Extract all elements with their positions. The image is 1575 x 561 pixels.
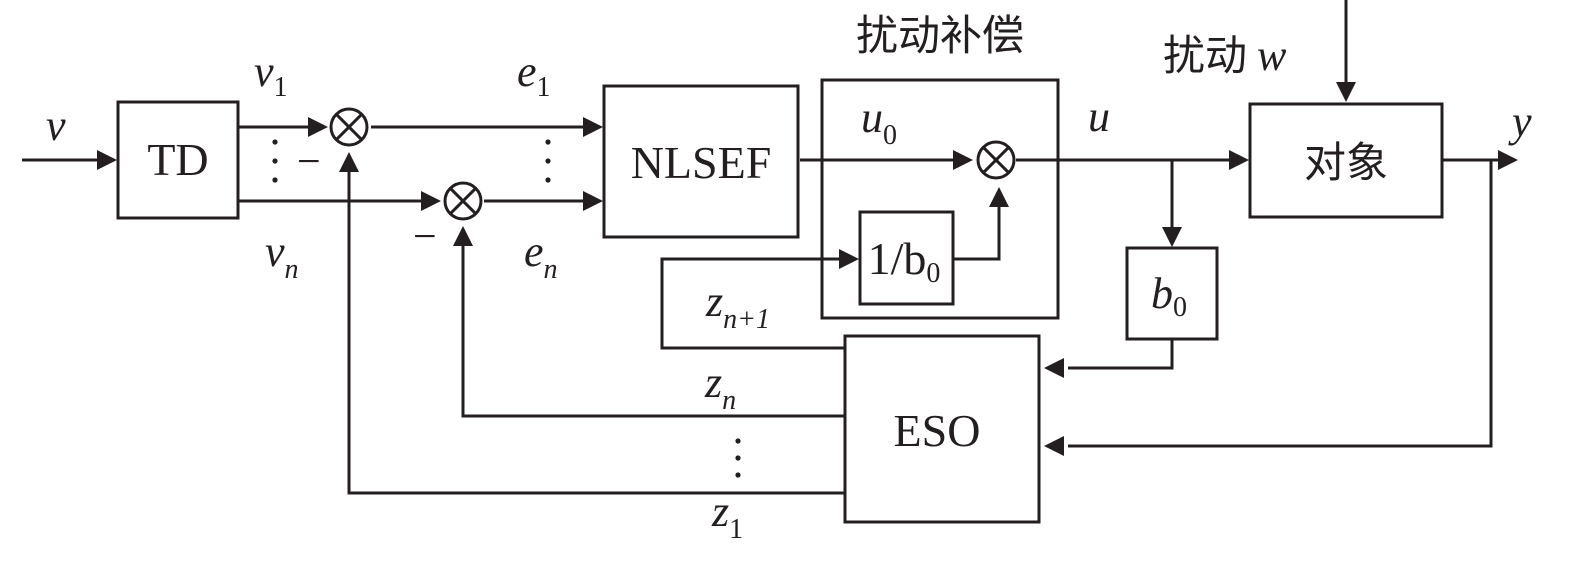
- summing-junction-3: [976, 140, 1016, 180]
- summing-junction-1: [329, 107, 369, 147]
- td-block: TD: [116, 100, 240, 220]
- minus-sign-1: −: [297, 139, 321, 185]
- eso-label: ESO: [894, 405, 981, 456]
- gain-block: b0: [1125, 246, 1219, 341]
- e1-label: e1: [517, 47, 551, 103]
- inverse-gain-out-line: [953, 206, 1001, 261]
- z1-label: z1: [711, 487, 743, 545]
- arrowhead-nlsef-in2: [583, 191, 603, 211]
- b0-to-eso-line: [1068, 339, 1174, 370]
- arrowhead-sum1-bottom: [339, 152, 359, 172]
- arrowhead-eso-in-y: [1044, 436, 1064, 456]
- nlsef-block: NLSEF: [602, 84, 800, 239]
- minus-sign-2: −: [413, 214, 437, 260]
- arrowhead-output: [1498, 150, 1518, 170]
- compensation-title: 扰动补偿: [856, 11, 1024, 60]
- ellipsis-dots-td: [272, 139, 278, 183]
- u0-label: u0: [861, 93, 897, 151]
- input-v-label: v: [46, 101, 66, 150]
- td-label: TD: [147, 134, 208, 185]
- nlsef-label: NLSEF: [631, 137, 772, 188]
- arrowhead-sum3-in: [953, 150, 973, 170]
- zn-label: zn: [704, 358, 736, 416]
- arrowhead-plant-in: [1229, 150, 1249, 170]
- arrowhead-sum1-in: [308, 117, 328, 137]
- ellipsis-dots-nlsef: [545, 139, 551, 183]
- eso-block: ESO: [843, 334, 1041, 524]
- output-y-label: y: [1508, 97, 1532, 146]
- arrowhead-sum2-bottom: [453, 226, 473, 246]
- disturbance-title: 扰动 w: [1163, 31, 1287, 80]
- arrowhead-nlsef-in1: [583, 117, 603, 137]
- arrowhead-b0-in: [1162, 227, 1182, 247]
- arrowhead-inverse-gain-in: [839, 249, 859, 269]
- arrowhead-disturbance: [1336, 82, 1356, 102]
- en-label: en: [524, 227, 558, 285]
- plant-label: 对象: [1304, 138, 1388, 187]
- plant-block: 对象: [1248, 102, 1444, 219]
- arrowhead-eso-in-u: [1044, 358, 1064, 378]
- v1-label: v1: [254, 47, 288, 103]
- zn1-label: zn+1: [705, 277, 770, 335]
- arrowhead-sum2-in: [421, 191, 441, 211]
- arrowhead-td-in: [97, 150, 117, 170]
- zn-feedback-line: [461, 246, 845, 418]
- ellipsis-dots-z: [735, 438, 741, 478]
- inverse-gain-block: 1/b0: [858, 210, 955, 306]
- vn-label: vn: [265, 227, 299, 285]
- u-label: u: [1088, 92, 1110, 141]
- arrowhead-sum3-bottom: [989, 187, 1009, 207]
- summing-junction-2: [443, 181, 483, 221]
- adrc-block-diagram: TD NLSEF 1/b0 对象 b0 ESO v y v1 vn e1 en …: [22, 0, 1532, 545]
